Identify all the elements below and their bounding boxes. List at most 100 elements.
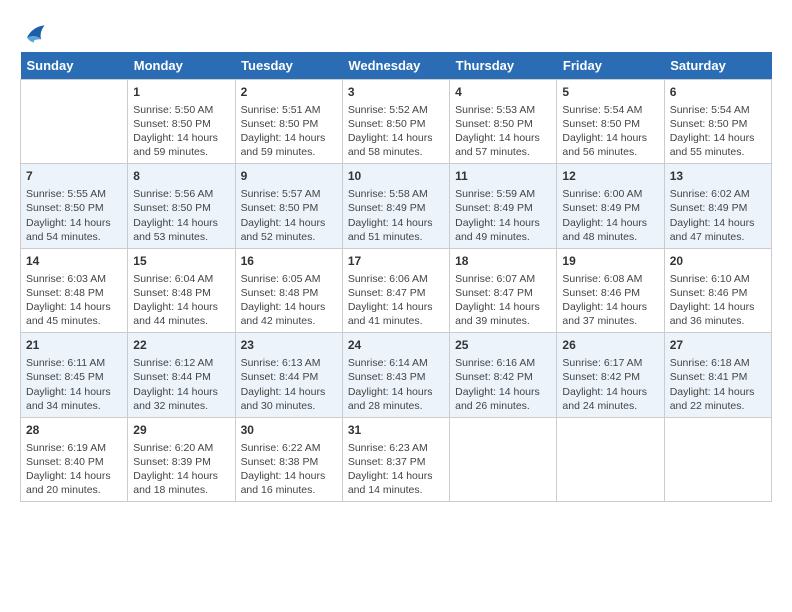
calendar-cell: 7Sunrise: 5:55 AM Sunset: 8:50 PM Daylig… (21, 164, 128, 248)
day-number: 22 (133, 337, 229, 354)
day-info: Sunrise: 5:52 AM Sunset: 8:50 PM Dayligh… (348, 103, 444, 160)
calendar-cell (664, 417, 771, 501)
calendar-cell: 6 Sunrise: 5:54 AM Sunset: 8:50 PM Daylig… (664, 80, 771, 164)
day-number: 23 (241, 337, 337, 354)
day-info: Sunrise: 6:02 AM Sunset: 8:49 PM Dayligh… (670, 187, 766, 244)
calendar-cell: 4Sunrise: 5:53 AM Sunset: 8:50 PM Daylig… (450, 80, 557, 164)
day-number: 19 (562, 253, 658, 270)
calendar-table: SundayMondayTuesdayWednesdayThursdayFrid… (20, 52, 772, 502)
week-row-1: 1Sunrise: 5:50 AM Sunset: 8:50 PM Daylig… (21, 80, 772, 164)
column-header-sunday: Sunday (21, 52, 128, 80)
day-info: Sunrise: 5:54 AM Sunset: 8:50 PM Dayligh… (670, 103, 766, 160)
day-number: 16 (241, 253, 337, 270)
week-row-3: 14 Sunrise: 6:03 AM Sunset: 8:48 PM Dayli… (21, 248, 772, 332)
day-number: 20 (670, 253, 766, 270)
day-info: Sunrise: 6:13 AM Sunset: 8:44 PM Dayligh… (241, 356, 337, 413)
column-header-tuesday: Tuesday (235, 52, 342, 80)
day-number: 27 (670, 337, 766, 354)
day-info: Sunrise: 5:51 AM Sunset: 8:50 PM Dayligh… (241, 103, 337, 160)
day-number: 18 (455, 253, 551, 270)
calendar-cell: 15 Sunrise: 6:04 AM Sunset: 8:48 PM Dayli… (128, 248, 235, 332)
day-info: Sunrise: 6:23 AM Sunset: 8:37 PM Dayligh… (348, 441, 444, 498)
day-number: 24 (348, 337, 444, 354)
calendar-cell: 30 Sunrise: 6:22 AM Sunset: 8:38 PM Dayli… (235, 417, 342, 501)
day-info: Sunrise: 6:04 AM Sunset: 8:48 PM Dayligh… (133, 272, 229, 329)
calendar-cell: 20 Sunrise: 6:10 AM Sunset: 8:46 PM Dayli… (664, 248, 771, 332)
day-number: 21 (26, 337, 122, 354)
day-number: 6 (670, 84, 766, 101)
day-number: 3 (348, 84, 444, 101)
calendar-cell: 21 Sunrise: 6:11 AM Sunset: 8:45 PM Dayli… (21, 333, 128, 417)
week-row-5: 28 Sunrise: 6:19 AM Sunset: 8:40 PM Dayli… (21, 417, 772, 501)
day-number: 15 (133, 253, 229, 270)
day-number: 25 (455, 337, 551, 354)
day-number: 1 (133, 84, 229, 101)
calendar-header-row: SundayMondayTuesdayWednesdayThursdayFrid… (21, 52, 772, 80)
column-header-saturday: Saturday (664, 52, 771, 80)
day-info: Sunrise: 6:11 AM Sunset: 8:45 PM Dayligh… (26, 356, 122, 413)
calendar-cell: 31 Sunrise: 6:23 AM Sunset: 8:37 PM Dayli… (342, 417, 449, 501)
calendar-cell: 11Sunrise: 5:59 AM Sunset: 8:49 PM Dayli… (450, 164, 557, 248)
day-info: Sunrise: 6:19 AM Sunset: 8:40 PM Dayligh… (26, 441, 122, 498)
day-info: Sunrise: 6:10 AM Sunset: 8:46 PM Dayligh… (670, 272, 766, 329)
day-number: 8 (133, 168, 229, 185)
column-header-thursday: Thursday (450, 52, 557, 80)
calendar-cell (21, 80, 128, 164)
day-number: 26 (562, 337, 658, 354)
day-info: Sunrise: 5:53 AM Sunset: 8:50 PM Dayligh… (455, 103, 551, 160)
page-header (20, 20, 772, 48)
day-number: 28 (26, 422, 122, 439)
day-info: Sunrise: 6:00 AM Sunset: 8:49 PM Dayligh… (562, 187, 658, 244)
calendar-cell: 12 Sunrise: 6:00 AM Sunset: 8:49 PM Dayli… (557, 164, 664, 248)
calendar-cell: 24 Sunrise: 6:14 AM Sunset: 8:43 PM Dayli… (342, 333, 449, 417)
day-info: Sunrise: 6:14 AM Sunset: 8:43 PM Dayligh… (348, 356, 444, 413)
calendar-cell: 18 Sunrise: 6:07 AM Sunset: 8:47 PM Dayli… (450, 248, 557, 332)
day-info: Sunrise: 5:55 AM Sunset: 8:50 PM Dayligh… (26, 187, 122, 244)
column-header-monday: Monday (128, 52, 235, 80)
calendar-cell: 3 Sunrise: 5:52 AM Sunset: 8:50 PM Daylig… (342, 80, 449, 164)
calendar-cell: 29 Sunrise: 6:20 AM Sunset: 8:39 PM Dayli… (128, 417, 235, 501)
calendar-cell: 23 Sunrise: 6:13 AM Sunset: 8:44 PM Dayli… (235, 333, 342, 417)
day-info: Sunrise: 6:12 AM Sunset: 8:44 PM Dayligh… (133, 356, 229, 413)
column-header-wednesday: Wednesday (342, 52, 449, 80)
calendar-cell: 9Sunrise: 5:57 AM Sunset: 8:50 PM Daylig… (235, 164, 342, 248)
day-number: 29 (133, 422, 229, 439)
day-info: Sunrise: 5:56 AM Sunset: 8:50 PM Dayligh… (133, 187, 229, 244)
day-info: Sunrise: 6:07 AM Sunset: 8:47 PM Dayligh… (455, 272, 551, 329)
day-info: Sunrise: 6:06 AM Sunset: 8:47 PM Dayligh… (348, 272, 444, 329)
day-info: Sunrise: 6:17 AM Sunset: 8:42 PM Dayligh… (562, 356, 658, 413)
day-info: Sunrise: 6:08 AM Sunset: 8:46 PM Dayligh… (562, 272, 658, 329)
calendar-cell: 17Sunrise: 6:06 AM Sunset: 8:47 PM Dayli… (342, 248, 449, 332)
calendar-cell: 14 Sunrise: 6:03 AM Sunset: 8:48 PM Dayli… (21, 248, 128, 332)
calendar-cell: 25 Sunrise: 6:16 AM Sunset: 8:42 PM Dayli… (450, 333, 557, 417)
day-info: Sunrise: 6:22 AM Sunset: 8:38 PM Dayligh… (241, 441, 337, 498)
day-number: 30 (241, 422, 337, 439)
calendar-cell: 5 Sunrise: 5:54 AM Sunset: 8:50 PM Daylig… (557, 80, 664, 164)
day-info: Sunrise: 6:20 AM Sunset: 8:39 PM Dayligh… (133, 441, 229, 498)
day-number: 12 (562, 168, 658, 185)
day-number: 14 (26, 253, 122, 270)
day-number: 2 (241, 84, 337, 101)
day-number: 13 (670, 168, 766, 185)
day-number: 5 (562, 84, 658, 101)
calendar-cell: 16 Sunrise: 6:05 AM Sunset: 8:48 PM Dayli… (235, 248, 342, 332)
calendar-cell (450, 417, 557, 501)
calendar-cell: 13 Sunrise: 6:02 AM Sunset: 8:49 PM Dayli… (664, 164, 771, 248)
calendar-cell (557, 417, 664, 501)
logo-icon (20, 20, 48, 48)
day-info: Sunrise: 6:03 AM Sunset: 8:48 PM Dayligh… (26, 272, 122, 329)
day-info: Sunrise: 5:54 AM Sunset: 8:50 PM Dayligh… (562, 103, 658, 160)
calendar-cell: 10Sunrise: 5:58 AM Sunset: 8:49 PM Dayli… (342, 164, 449, 248)
day-info: Sunrise: 6:05 AM Sunset: 8:48 PM Dayligh… (241, 272, 337, 329)
calendar-cell: 1Sunrise: 5:50 AM Sunset: 8:50 PM Daylig… (128, 80, 235, 164)
day-info: Sunrise: 5:59 AM Sunset: 8:49 PM Dayligh… (455, 187, 551, 244)
day-info: Sunrise: 6:16 AM Sunset: 8:42 PM Dayligh… (455, 356, 551, 413)
calendar-cell: 8 Sunrise: 5:56 AM Sunset: 8:50 PM Daylig… (128, 164, 235, 248)
week-row-4: 21 Sunrise: 6:11 AM Sunset: 8:45 PM Dayli… (21, 333, 772, 417)
day-info: Sunrise: 5:58 AM Sunset: 8:49 PM Dayligh… (348, 187, 444, 244)
logo (20, 20, 52, 48)
day-number: 31 (348, 422, 444, 439)
week-row-2: 7Sunrise: 5:55 AM Sunset: 8:50 PM Daylig… (21, 164, 772, 248)
calendar-cell: 26 Sunrise: 6:17 AM Sunset: 8:42 PM Dayli… (557, 333, 664, 417)
day-number: 9 (241, 168, 337, 185)
